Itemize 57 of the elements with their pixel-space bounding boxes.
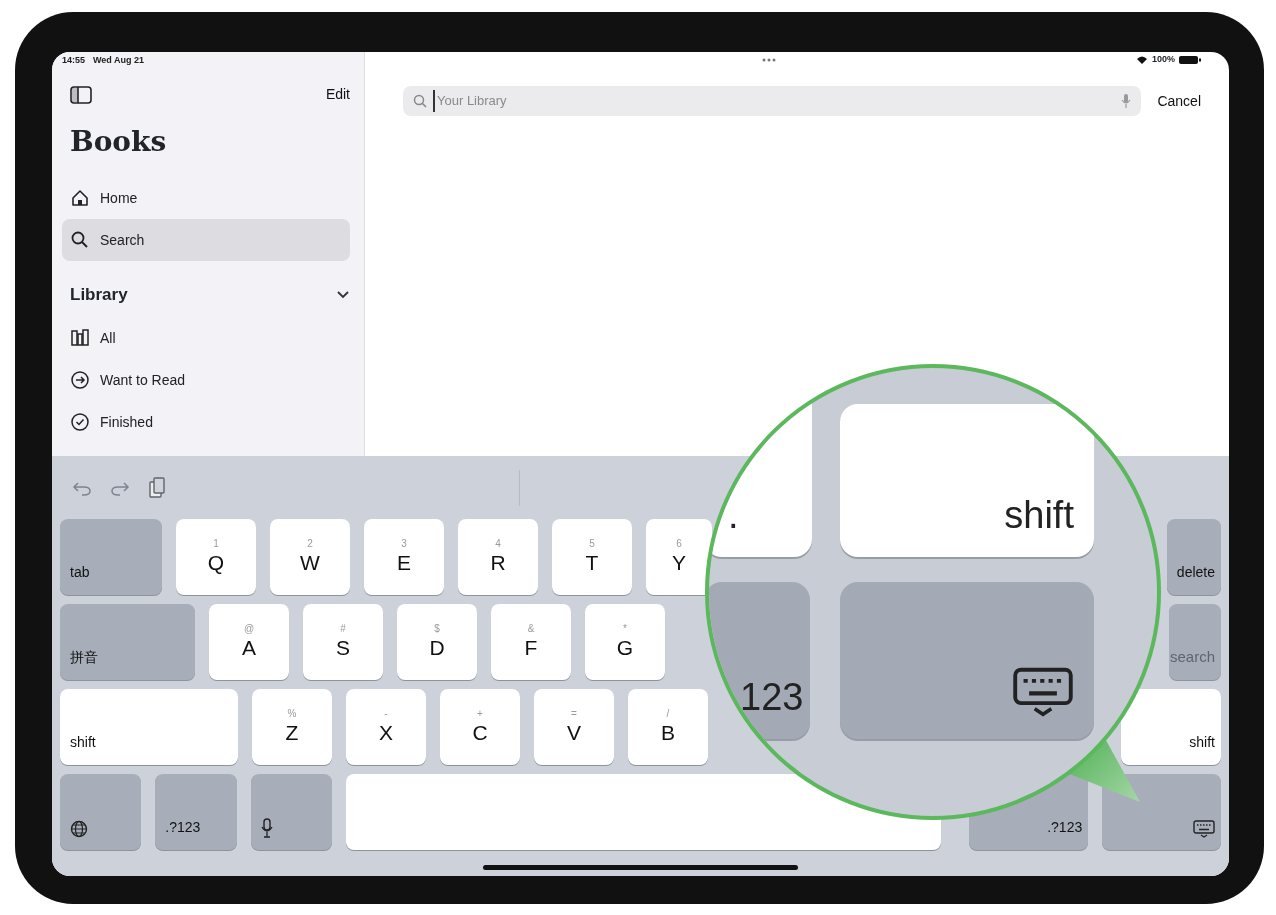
- keyboard-hide-icon: [1012, 667, 1074, 717]
- sidebar-toggle-icon[interactable]: [70, 85, 92, 104]
- sidebar-item[interactable]: Want to Read: [62, 359, 350, 401]
- keyboard-key[interactable]: 5 T: [552, 519, 632, 595]
- sidebar-item[interactable]: Home: [62, 177, 350, 219]
- edit-link[interactable]: Edit: [325, 84, 350, 105]
- keyboard-key[interactable]: 3 E: [364, 519, 444, 595]
- keyboard-key[interactable]: = V: [534, 689, 614, 765]
- wifi-icon: [1135, 55, 1148, 65]
- books-icon: [70, 328, 90, 348]
- keyboard-key[interactable]: / B: [628, 689, 708, 765]
- keyboard-hide-icon: [1193, 820, 1215, 838]
- sidebar-item[interactable]: All: [62, 317, 350, 359]
- globe-key[interactable]: [60, 774, 142, 850]
- chevron-icon[interactable]: [336, 290, 350, 300]
- keyboard-key[interactable]: delete: [1167, 519, 1221, 595]
- clipboard-icon[interactable]: [148, 476, 166, 499]
- hide-keyboard-key[interactable]: [1102, 774, 1221, 850]
- space-bar[interactable]: [345, 774, 942, 850]
- keyboard-key[interactable]: % Z: [252, 689, 332, 765]
- keyboard-key[interactable]: tab: [60, 519, 162, 595]
- search-input[interactable]: Your Library: [433, 90, 1116, 112]
- sidebar-item[interactable]: Finished: [62, 401, 350, 443]
- keyboard-key[interactable]: @ A: [209, 604, 289, 680]
- checkmark-circle-icon: [70, 412, 90, 432]
- sidebar-item[interactable]: Search: [62, 219, 350, 261]
- battery-level: 100%: [1151, 53, 1175, 67]
- keyboard-key[interactable]: 1 Q: [176, 519, 256, 595]
- keyboard-key[interactable]: 4 R: [458, 519, 538, 595]
- status-date: Wed Aug 21: [93, 54, 145, 67]
- keyboard-key[interactable]: 2 W: [270, 519, 350, 595]
- keyboard-key[interactable]: - X: [346, 689, 426, 765]
- keyboard-key[interactable]: * G: [585, 604, 665, 680]
- keyboard-key[interactable]: # S: [303, 604, 383, 680]
- keyboard-key[interactable]: + C: [440, 689, 520, 765]
- keyboard-key[interactable]: .?123: [155, 774, 237, 850]
- app-title: Books: [70, 124, 168, 160]
- microphone-icon[interactable]: [1121, 93, 1132, 109]
- globe-icon: [70, 820, 88, 838]
- status-time: 14:55: [62, 54, 86, 67]
- microphone-icon: [260, 818, 273, 838]
- keyboard-key[interactable]: 6 Y: [646, 519, 712, 595]
- section-title: Library: [70, 284, 128, 307]
- search-icon: [413, 94, 427, 108]
- battery-icon: [1179, 55, 1201, 65]
- home-icon: [70, 188, 90, 208]
- shift-key[interactable]: shift: [60, 689, 238, 765]
- search-icon: [70, 230, 90, 250]
- keyboard-key[interactable]: $ D: [397, 604, 477, 680]
- arrow-circle-icon: [70, 370, 90, 390]
- keyboard-key[interactable]: & F: [491, 604, 571, 680]
- shift-key[interactable]: shift: [1121, 689, 1221, 765]
- cancel-link[interactable]: Cancel: [1157, 90, 1201, 112]
- shift-key: shift: [840, 404, 1094, 557]
- more-dots-icon[interactable]: [761, 57, 778, 63]
- keyboard-key[interactable]: 拼音: [60, 604, 195, 680]
- search-field[interactable]: Your Library: [403, 86, 1142, 116]
